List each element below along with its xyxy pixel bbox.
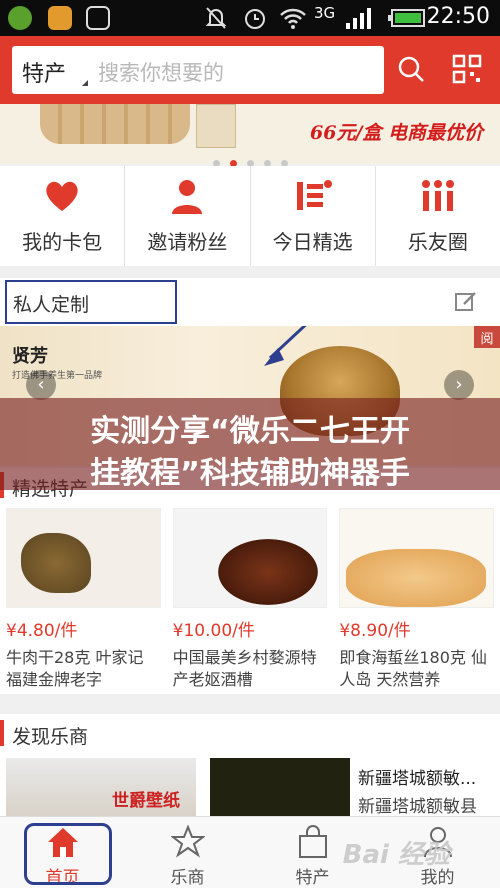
chat-icon: [48, 6, 72, 30]
shop-image[interactable]: [210, 758, 350, 816]
heart-icon: [46, 181, 78, 211]
qr-code-icon[interactable]: [452, 54, 482, 84]
discover-list: 世爵壁纸 新疆塔城额敏... 新疆塔城额敏县: [0, 752, 500, 817]
jar-image: [196, 104, 236, 148]
edit-icon[interactable]: [454, 290, 478, 314]
image-icon: [86, 6, 110, 30]
shop-title[interactable]: 新疆塔城额敏县: [358, 792, 477, 817]
product-image: [172, 508, 328, 608]
caption-overlay: 实测分享“微乐二七王开 挂教程”科技辅助神器手: [0, 398, 500, 491]
mute-icon: [205, 7, 227, 29]
shop-icon: [170, 825, 205, 858]
signal-icon: [346, 8, 371, 29]
quick-nav-label: 我的卡包: [22, 230, 103, 254]
hero-tag: 阅: [474, 326, 500, 348]
bag-icon: [298, 825, 327, 858]
app-icon-green: [8, 6, 32, 30]
home-highlight-box: [24, 823, 112, 885]
product-name: 中国最美乡村婺源特产老妪酒槽: [172, 648, 317, 689]
clock: 22:50: [426, 4, 490, 29]
cookies-image: [40, 104, 190, 144]
discover-header: 发现乐商: [0, 714, 500, 752]
group-icon: [421, 180, 454, 211]
quick-nav: 我的卡包 邀请粉丝 今日精选 乐友圈: [0, 166, 500, 266]
product-list: ¥4.80/件 牛肉干28克 叶家记 福建金牌老字 ¥10.00/件 中国最美乡…: [0, 504, 500, 694]
watermark: Bai 经验: [342, 840, 450, 870]
section-accent-bar: [0, 720, 4, 746]
product-price: ¥10.00/件: [172, 621, 255, 641]
banner-price-text: 66元/盒 电商最优价: [310, 122, 483, 144]
product-image: [6, 508, 161, 608]
battery-icon: [388, 9, 425, 27]
network-type: 3G: [314, 4, 336, 22]
quick-nav-invite-fans[interactable]: 邀请粉丝: [125, 166, 251, 266]
custom-section-title[interactable]: 私人定制: [5, 280, 177, 324]
bottom-nav-shops[interactable]: 乐商: [125, 817, 250, 888]
alarm-icon: [245, 9, 265, 29]
header-bar: 特产 搜索你想要的: [0, 36, 500, 104]
dropdown-triangle-icon: [82, 80, 88, 86]
quick-nav-friends-circle[interactable]: 乐友圈: [376, 166, 500, 266]
search-icon[interactable]: [396, 54, 426, 84]
caption-line-1: 实测分享“微乐二七王开: [90, 414, 410, 449]
status-bar: 3G 22:50: [0, 0, 500, 36]
custom-section-header: 私人定制: [0, 278, 500, 332]
quick-nav-my-cards[interactable]: 我的卡包: [0, 166, 126, 266]
category-select[interactable]: 特产: [22, 56, 66, 88]
search-box[interactable]: 特产 搜索你想要的: [12, 46, 384, 94]
product-card[interactable]: ¥4.80/件 牛肉干28克 叶家记 福建金牌老字: [0, 504, 167, 694]
quick-nav-label: 今日精选: [272, 230, 353, 254]
product-card[interactable]: ¥10.00/件 中国最美乡村婺源特产老妪酒槽: [167, 504, 334, 694]
shop-image-text: 世爵壁纸: [112, 791, 180, 811]
product-price: ¥4.80/件: [6, 621, 78, 641]
hero-brand: 贤芳: [12, 346, 48, 367]
quick-nav-label: 邀请粉丝: [147, 230, 228, 254]
bottom-nav-label: 乐商: [170, 868, 205, 888]
annotation-arrow-icon: [264, 326, 307, 366]
person-icon: [172, 180, 203, 214]
hero-subtitle: 打造佛手养生第一品牌: [12, 371, 103, 381]
wifi-icon: [280, 8, 306, 29]
search-input[interactable]: 搜索你想要的: [98, 57, 224, 87]
list-icon: [296, 180, 332, 210]
prev-arrow-icon[interactable]: ‹: [26, 370, 56, 400]
product-price: ¥8.90/件: [339, 621, 411, 641]
product-card[interactable]: ¥8.90/件 即食海蜇丝180克 仙人岛 天然营养: [333, 504, 500, 694]
quick-nav-today-picks[interactable]: 今日精选: [251, 166, 376, 266]
caption-line-2: 挂教程”科技辅助神器手: [90, 456, 410, 491]
next-arrow-icon[interactable]: ›: [444, 370, 474, 400]
quick-nav-label: 乐友圈: [407, 230, 468, 254]
product-name: 牛肉干28克 叶家记 福建金牌老字: [6, 648, 144, 689]
discover-title: 发现乐商: [12, 726, 89, 748]
product-image: [339, 508, 495, 608]
product-name: 即食海蜇丝180克 仙人岛 天然营养: [339, 648, 487, 689]
shop-title[interactable]: 新疆塔城额敏...: [358, 764, 476, 789]
